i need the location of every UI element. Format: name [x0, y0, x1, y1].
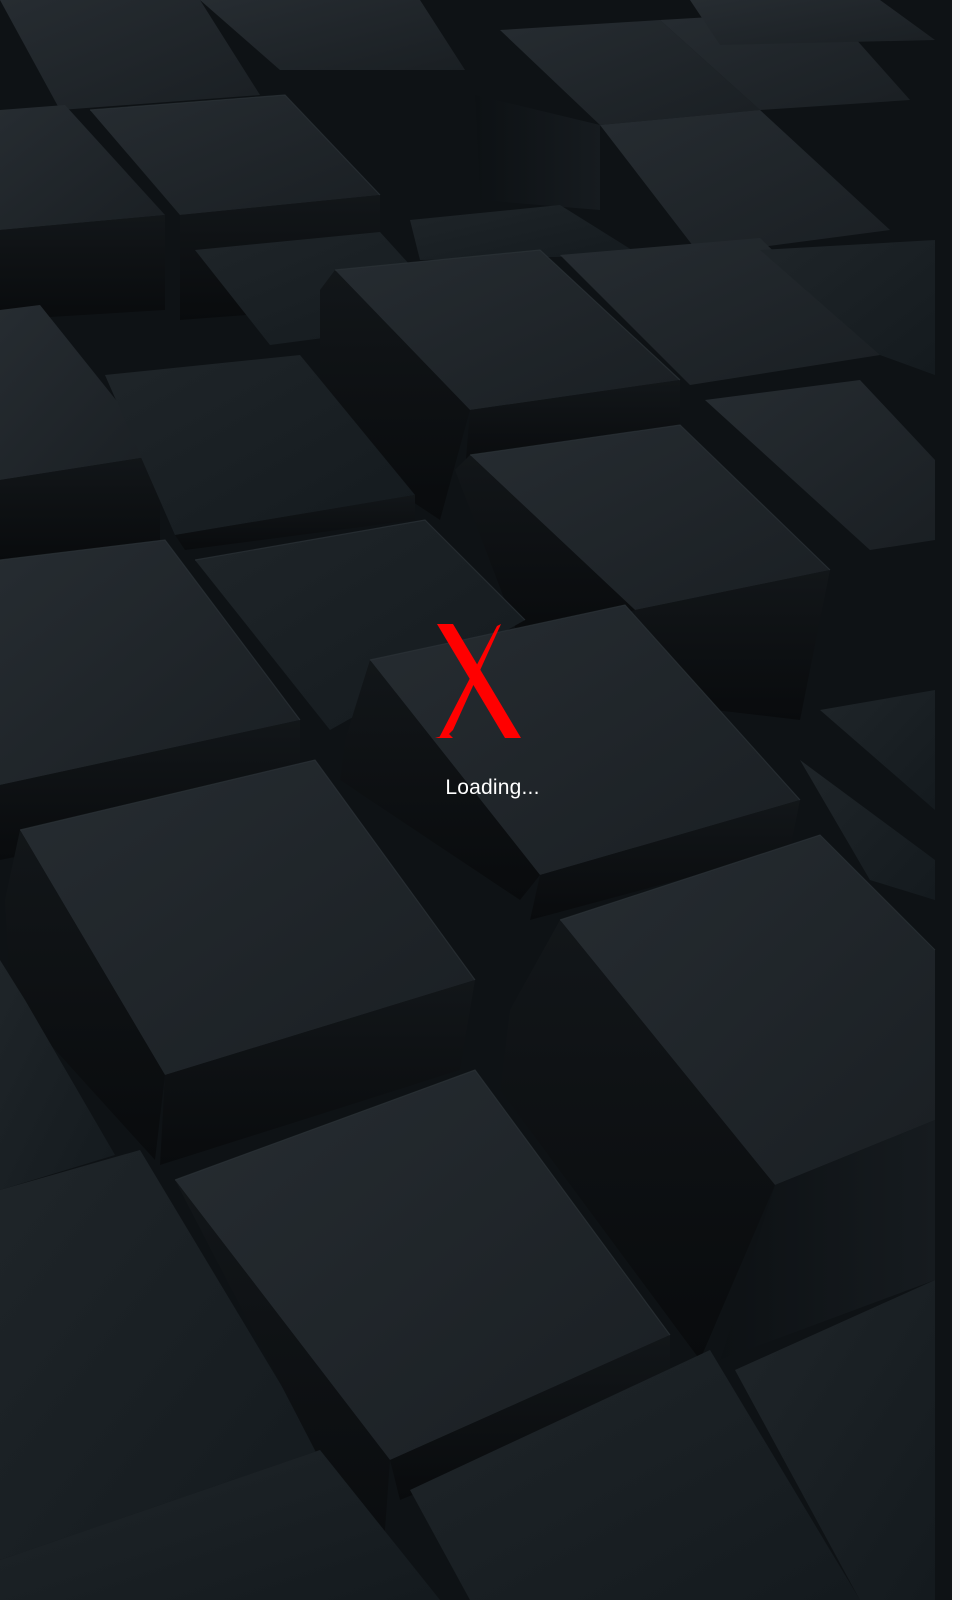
- red-x-logo-icon: [435, 624, 521, 738]
- cube-wallpaper: [0, 0, 960, 1600]
- right-edge-strip: [952, 0, 960, 1600]
- loading-label: Loading...: [445, 776, 540, 799]
- splash-screen: Loading...: [0, 0, 960, 1600]
